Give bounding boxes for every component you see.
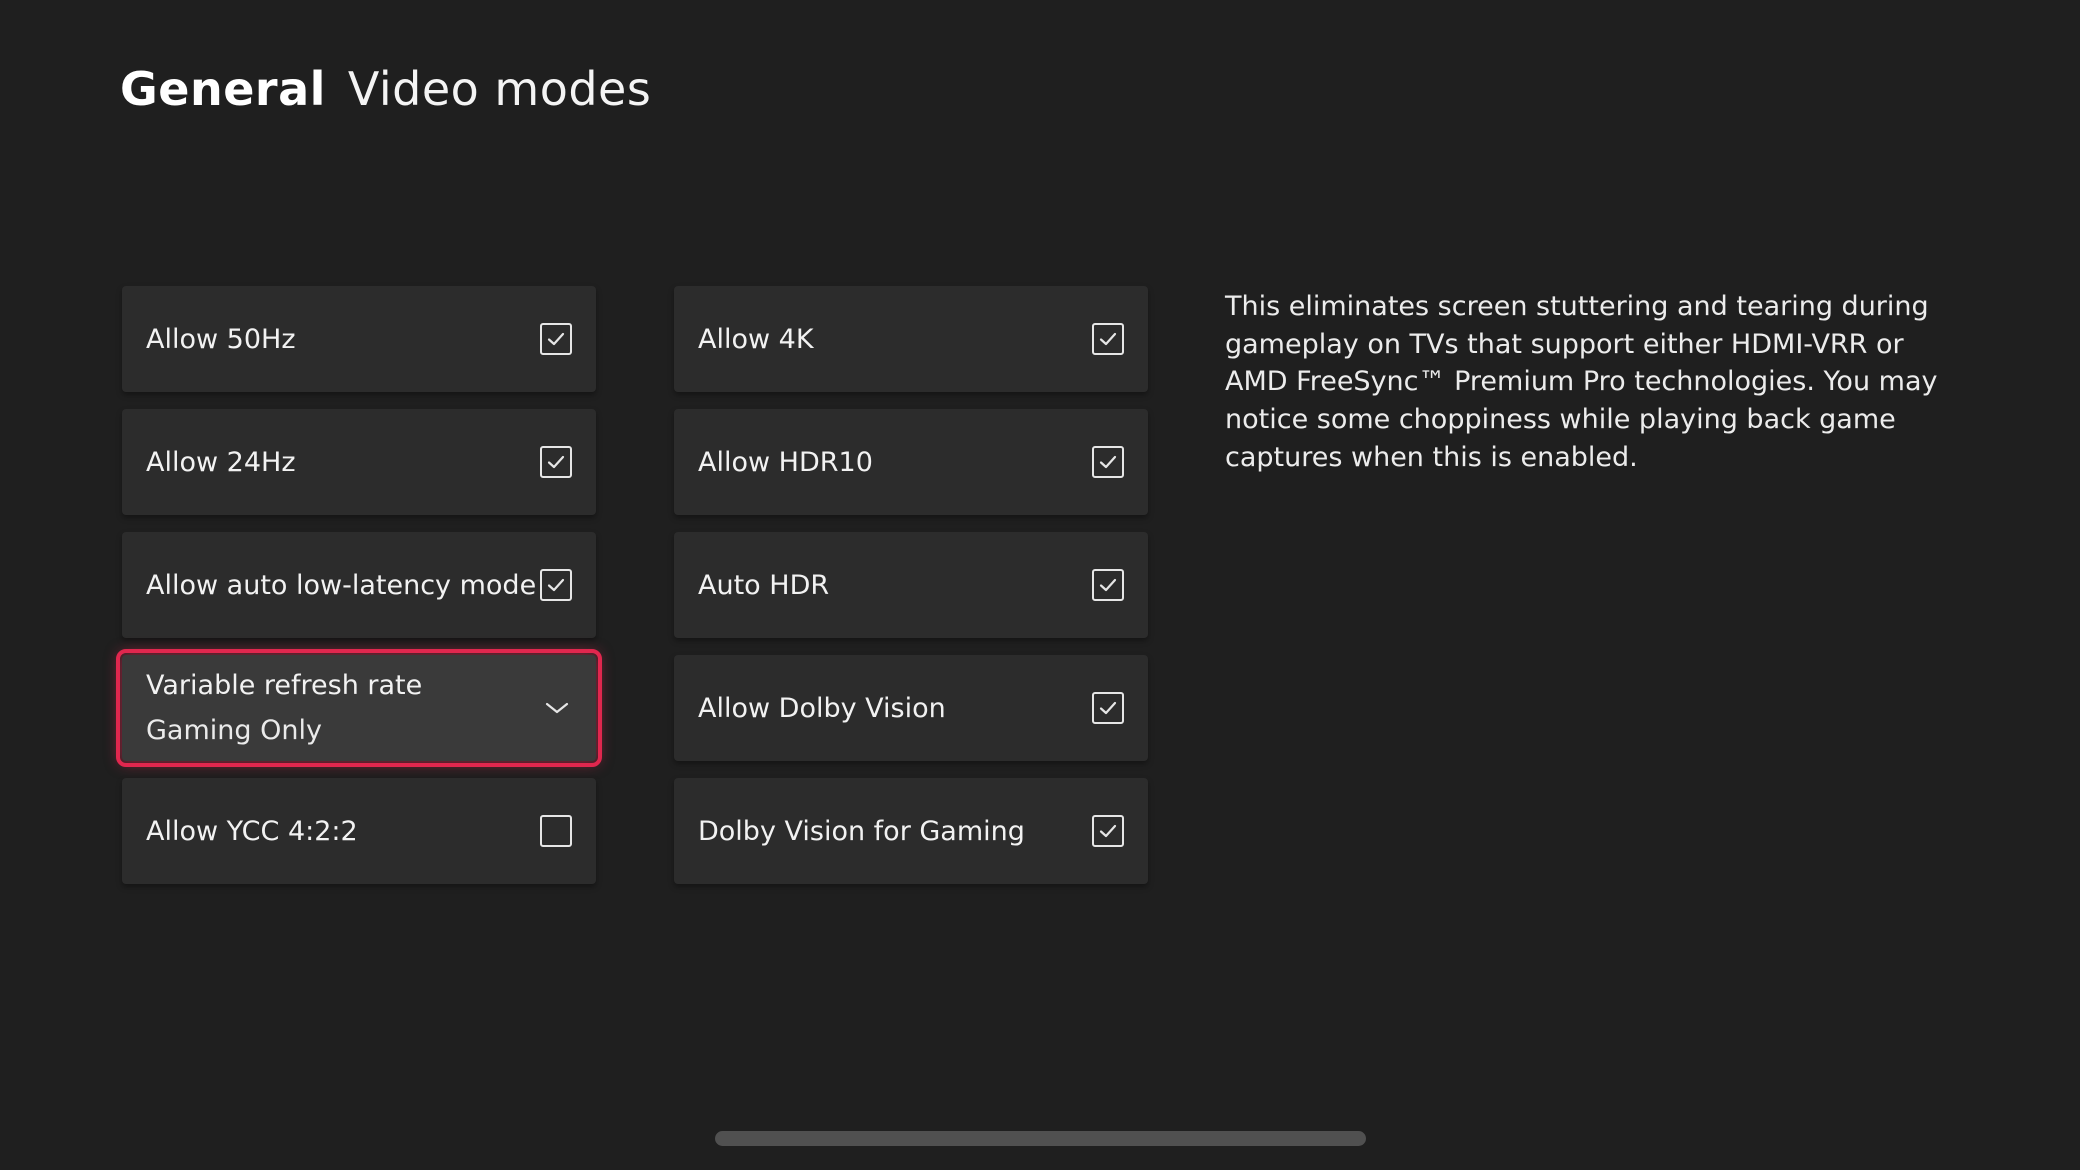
dropdown-text: Variable refresh rate Gaming Only [146,670,542,746]
checkbox-checked-icon [1092,323,1124,355]
checkbox-checked-icon [1092,446,1124,478]
setting-label: Auto HDR [698,569,830,601]
auto-hdr-checkbox[interactable]: Auto HDR [674,532,1148,638]
allow-ycc-422-checkbox[interactable]: Allow YCC 4:2:2 [122,778,596,884]
allow-auto-low-latency-mode-checkbox[interactable]: Allow auto low-latency mode [122,532,596,638]
dropdown-selected-value: Gaming Only [146,715,322,746]
page-title: Video modes [347,62,652,116]
setting-label: Allow 50Hz [146,323,296,355]
checkbox-checked-icon [540,323,572,355]
setting-label: Allow HDR10 [698,446,873,478]
allow-hdr10-checkbox[interactable]: Allow HDR10 [674,409,1148,515]
dolby-vision-for-gaming-checkbox[interactable]: Dolby Vision for Gaming [674,778,1148,884]
setting-label: Allow 24Hz [146,446,296,478]
checkbox-checked-icon [1092,692,1124,724]
checkbox-checked-icon [1092,815,1124,847]
section-title: General [120,62,326,116]
checkbox-checked-icon [1092,569,1124,601]
setting-label: Variable refresh rate [146,670,423,701]
page-header: General Video modes [120,62,651,116]
setting-description: This eliminates screen stuttering and te… [1225,291,1938,473]
chevron-down-icon [542,698,572,718]
setting-label: Dolby Vision for Gaming [698,815,1025,847]
variable-refresh-rate-dropdown[interactable]: Variable refresh rate Gaming Only [116,649,602,767]
allow-4k-checkbox[interactable]: Allow 4K [674,286,1148,392]
setting-label: Allow auto low-latency mode [146,569,537,601]
setting-label: Allow YCC 4:2:2 [146,815,358,847]
setting-label: Allow Dolby Vision [698,692,946,724]
horizontal-scrollbar[interactable] [715,1131,1366,1146]
checkbox-unchecked-icon [540,815,572,847]
settings-grid: Allow 50Hz Allow 4K Allow 24Hz Allow HDR… [116,286,1148,884]
allow-dolby-vision-checkbox[interactable]: Allow Dolby Vision [674,655,1148,761]
checkbox-checked-icon [540,446,572,478]
video-modes-page: General Video modes Allow 50Hz Allow 4K … [0,0,2080,1170]
setting-label: Allow 4K [698,323,814,355]
allow-50hz-checkbox[interactable]: Allow 50Hz [122,286,596,392]
checkbox-checked-icon [540,569,572,601]
allow-24hz-checkbox[interactable]: Allow 24Hz [122,409,596,515]
